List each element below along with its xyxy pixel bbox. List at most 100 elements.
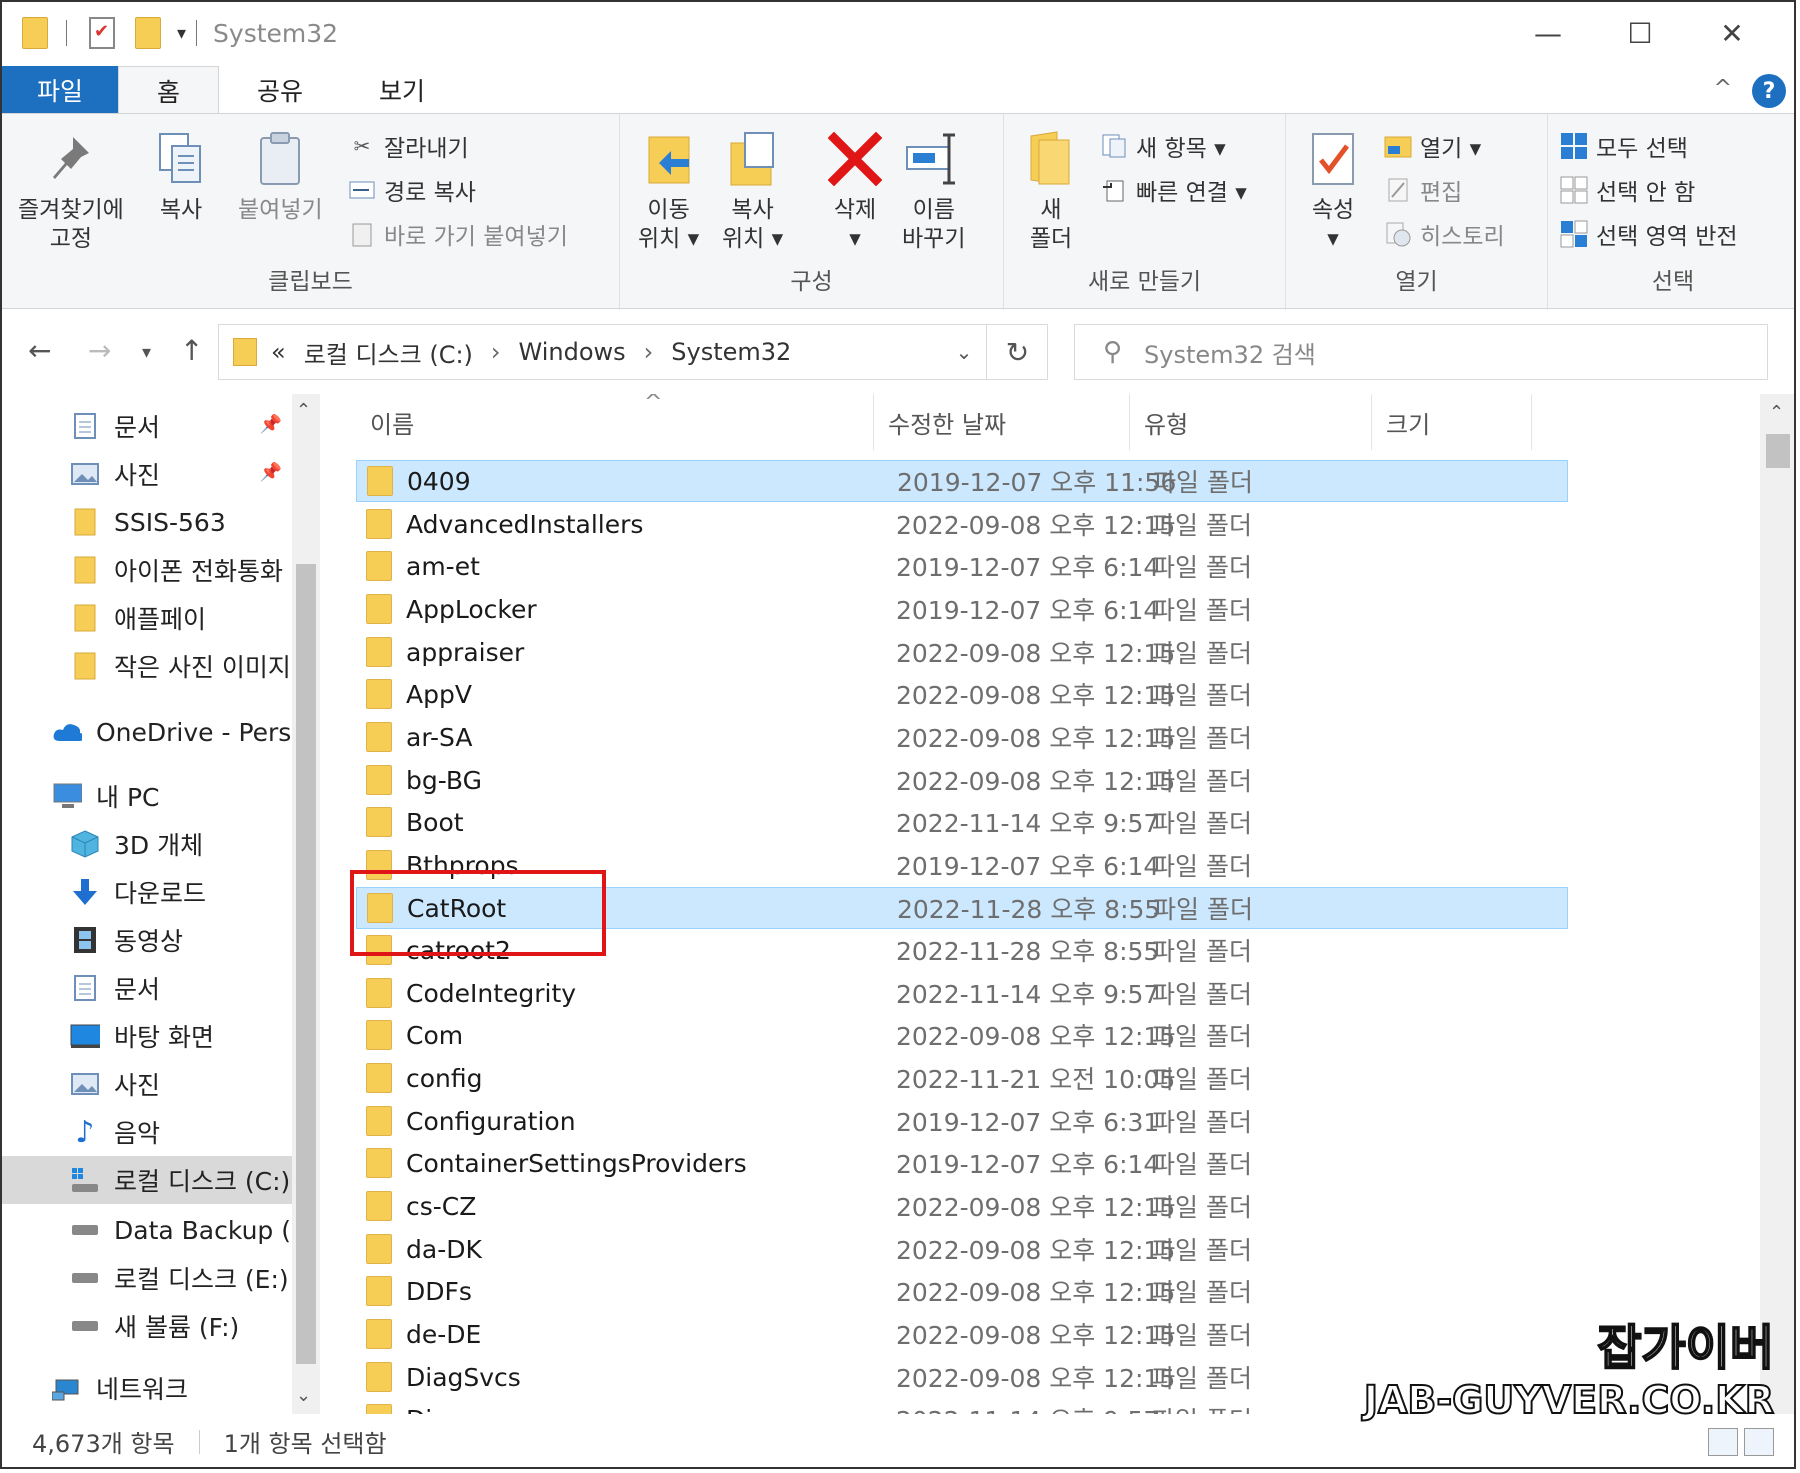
file-row[interactable]: 0409 2019-12-07 오후 11:56 파일 폴더 (356, 460, 1568, 502)
file-row[interactable]: config 2022-11-21 오전 10:05 파일 폴더 (356, 1057, 1568, 1099)
file-row[interactable]: am-et 2019-12-07 오후 6:14 파일 폴더 (356, 545, 1568, 587)
copy-button[interactable]: 복사 (152, 128, 210, 225)
select-all-button[interactable]: 모두 선택 (1560, 128, 1688, 164)
sidebar-item-downloads[interactable]: 다운로드 (2, 868, 292, 916)
select-none-button[interactable]: 선택 안 함 (1560, 172, 1695, 208)
file-row[interactable]: Com 2022-09-08 오후 12:15 파일 폴더 (356, 1014, 1568, 1056)
search-box[interactable]: ⚲ System32 검색 (1074, 324, 1768, 380)
delete-dropdown-icon[interactable]: ▾ (849, 225, 861, 254)
breadcrumb-overflow[interactable]: « (271, 338, 286, 366)
recent-locations-chevron-icon[interactable]: ▾ (142, 342, 151, 363)
up-arrow-icon[interactable]: ↑ (180, 334, 203, 367)
column-header-date[interactable]: 수정한 날짜 (874, 394, 1130, 450)
file-row[interactable]: Boot 2022-11-14 오후 9:57 파일 폴더 (356, 801, 1568, 843)
file-row[interactable]: da-DK 2022-09-08 오후 12:15 파일 폴더 (356, 1228, 1568, 1270)
column-header-name[interactable]: 이름 ^ (356, 394, 874, 450)
help-icon[interactable]: ? (1752, 74, 1786, 108)
sidebar-item-drive-f[interactable]: 새 볼륨 (F:) (2, 1302, 292, 1350)
paste-button[interactable]: 붙여넣기 (238, 128, 323, 225)
properties-quick-access-icon[interactable] (89, 17, 115, 49)
details-view-icon[interactable] (1708, 1428, 1738, 1456)
cut-button[interactable]: ✂ 잘라내기 (348, 128, 469, 164)
sidebar-item-this-pc[interactable]: 내 PC (2, 772, 292, 820)
sidebar-item-drive-e[interactable]: 로컬 디스크 (E:) (2, 1254, 292, 1302)
file-list-scrollbar[interactable]: ⌃ (1760, 394, 1794, 1414)
file-list-scrollbar-thumb[interactable] (1766, 434, 1790, 468)
sidebar-item-folder[interactable]: 작은 사진 이미지 (2, 642, 292, 690)
edit-button[interactable]: 편집 (1384, 172, 1462, 208)
file-row[interactable]: cs-CZ 2022-09-08 오후 12:15 파일 폴더 (356, 1185, 1568, 1227)
new-item-button[interactable]: 새 항목 ▾ (1100, 128, 1226, 164)
folder-icon (70, 651, 100, 681)
copy-path-button[interactable]: 경로 복사 (348, 172, 476, 208)
sidebar-scrollbar-thumb[interactable] (296, 564, 316, 1364)
forward-arrow-icon[interactable]: → (88, 334, 111, 367)
rename-button[interactable]: 이름 바꾸기 (902, 128, 965, 254)
new-folder-quick-access-icon[interactable] (135, 17, 161, 49)
back-arrow-icon[interactable]: ← (28, 334, 51, 367)
collapse-ribbon-icon[interactable]: ^ (1714, 76, 1732, 101)
sidebar-item-folder[interactable]: 아이폰 전화통화 (2, 546, 292, 594)
tab-view[interactable]: 보기 (341, 66, 463, 114)
file-row[interactable]: AppV 2022-09-08 오후 12:15 파일 폴더 (356, 673, 1568, 715)
sidebar-scrollbar[interactable]: ⌃ ⌄ (292, 394, 320, 1414)
paste-shortcut-button[interactable]: 바로 가기 붙여넣기 (348, 216, 568, 252)
breadcrumb-item[interactable]: 로컬 디스크 (C:) (304, 335, 473, 370)
sidebar-item-videos[interactable]: 동영상 (2, 916, 292, 964)
maximize-button[interactable]: ☐ (1594, 10, 1686, 56)
tab-share[interactable]: 공유 (219, 66, 341, 114)
file-row[interactable]: AppLocker 2019-12-07 오후 6:14 파일 폴더 (356, 588, 1568, 630)
breadcrumb-item[interactable]: Windows (519, 338, 626, 366)
scroll-down-arrow-icon[interactable]: ⌄ (296, 1385, 311, 1406)
column-header-size[interactable]: 크기 (1372, 394, 1532, 450)
sidebar-item-desktop[interactable]: 바탕 화면 (2, 1012, 292, 1060)
tab-file[interactable]: 파일 (2, 66, 118, 114)
sidebar-item-pictures[interactable]: 사진 (2, 1060, 292, 1108)
tab-home[interactable]: 홈 (118, 66, 220, 114)
refresh-icon[interactable]: ↻ (986, 324, 1048, 380)
file-row[interactable]: bg-BG 2022-09-08 오후 12:15 파일 폴더 (356, 759, 1568, 801)
sidebar-item-documents-pinned[interactable]: 문서 📌 (2, 402, 292, 450)
sidebar-item-folder[interactable]: 애플페이 (2, 594, 292, 642)
sidebar-item-3d-objects[interactable]: 3D 개체 (2, 820, 292, 868)
minimize-button[interactable]: — (1502, 10, 1594, 56)
column-header-type[interactable]: 유형 (1130, 394, 1372, 450)
sidebar-item-music[interactable]: ♪ 음악 (2, 1108, 292, 1156)
breadcrumb-chevron-icon[interactable]: › (491, 338, 501, 366)
open-button[interactable]: 열기 ▾ (1384, 128, 1481, 164)
scroll-up-arrow-icon[interactable]: ⌃ (296, 400, 311, 421)
sidebar-item-pictures-pinned[interactable]: 사진 📌 (2, 450, 292, 498)
properties-button[interactable]: 속성 ▾ (1304, 128, 1362, 254)
sidebar-item-folder[interactable]: SSIS-563 (2, 498, 292, 546)
sidebar-item-documents[interactable]: 문서 (2, 964, 292, 1012)
address-bar[interactable]: « 로컬 디스크 (C:) › Windows › System32 (218, 324, 1048, 380)
large-icons-view-icon[interactable] (1744, 1428, 1774, 1456)
file-row[interactable]: AdvancedInstallers 2022-09-08 오후 12:15 파일 … (356, 503, 1568, 545)
customize-toolbar-dropdown-icon[interactable]: ▾ (177, 23, 186, 44)
file-row[interactable]: ar-SA 2022-09-08 오후 12:15 파일 폴더 (356, 716, 1568, 758)
breadcrumb-item[interactable]: System32 (671, 338, 791, 366)
history-button[interactable]: 히스토리 (1384, 216, 1505, 252)
sidebar-item-drive-d[interactable]: Data Backup (D:) (2, 1206, 292, 1254)
scroll-up-arrow-icon[interactable]: ⌃ (1769, 402, 1784, 423)
file-row[interactable]: CodeIntegrity 2022-11-14 오후 9:57 파일 폴더 (356, 972, 1568, 1014)
sidebar-item-drive-c[interactable]: 로컬 디스크 (C:) (2, 1156, 292, 1204)
easy-access-button[interactable]: 빠른 연결 ▾ (1100, 172, 1247, 208)
move-to-button[interactable]: 이동 위치 ▾ (638, 128, 699, 254)
sidebar-item-onedrive[interactable]: OneDrive - Personal (2, 708, 292, 756)
properties-dropdown-icon[interactable]: ▾ (1327, 225, 1339, 254)
pin-to-quick-access-button[interactable]: 즐겨찾기에 고정 (18, 128, 124, 254)
file-row[interactable]: Configuration 2019-12-07 오후 6:31 파일 폴더 (356, 1100, 1568, 1142)
new-folder-button[interactable]: 새 폴더 (1022, 128, 1080, 254)
delete-button[interactable]: 삭제 ▾ (826, 128, 884, 254)
close-button[interactable]: ✕ (1686, 10, 1778, 56)
copy-to-button[interactable]: 복사 위치 ▾ (722, 128, 783, 254)
file-row[interactable]: appraiser 2022-09-08 오후 12:15 파일 폴더 (356, 631, 1568, 673)
folder-icon (366, 1020, 392, 1050)
sidebar-item-network[interactable]: 네트워크 (2, 1364, 292, 1412)
file-row[interactable]: ContainerSettingsProviders 2019-12-07 오후 … (356, 1142, 1568, 1184)
address-dropdown-icon[interactable]: ⌄ (942, 324, 986, 380)
file-row[interactable]: DDFs 2022-09-08 오후 12:15 파일 폴더 (356, 1270, 1568, 1312)
breadcrumb-chevron-icon[interactable]: › (644, 338, 654, 366)
invert-selection-button[interactable]: 선택 영역 반전 (1560, 216, 1738, 252)
